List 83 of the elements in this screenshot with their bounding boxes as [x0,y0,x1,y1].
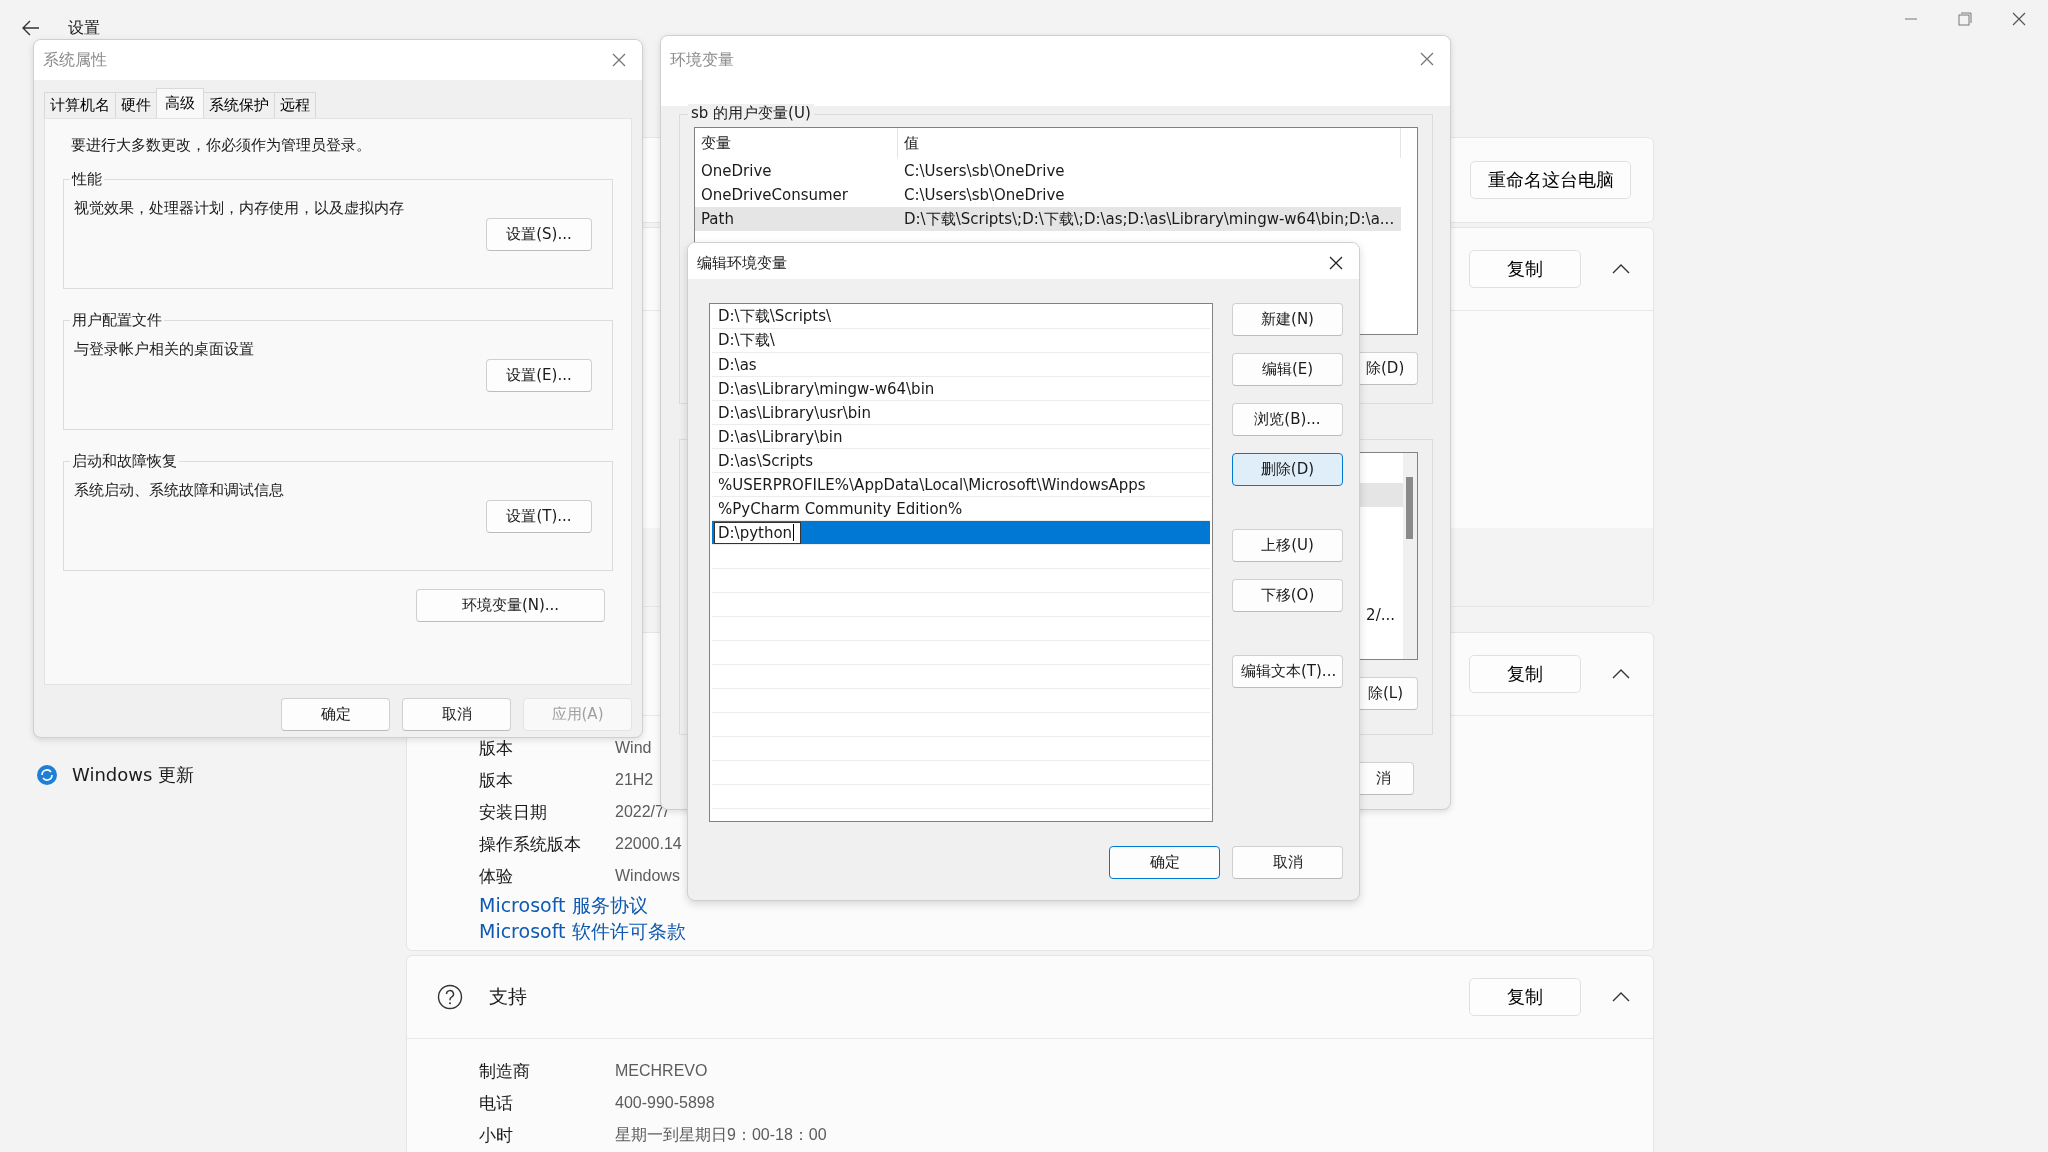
variable-row[interactable]: Path D:\下载\Scripts\;D:\下载\;D:\as;D:\as\Library\mingw-w64\bin;D:\a... [695,207,1401,231]
info-label: 制造商 [479,1059,531,1083]
link[interactable]: Microsoft 软件许可条款 [479,920,686,942]
dialog-title: 编辑环境变量 [697,253,787,273]
group-title: 启动和故障恢复 [71,452,178,471]
info-value: MECHREVO [615,1062,708,1080]
group-title: 用户配置文件 [71,311,163,330]
action-button[interactable]: 编辑(E) [1232,353,1343,386]
dialog-button[interactable]: 取消 [1232,846,1343,879]
dialog-button[interactable]: 取消 [402,698,511,731]
sync-icon [36,764,58,786]
environment-variables-button[interactable]: 环境变量(N)... [416,589,605,622]
back-arrow-icon[interactable] [22,20,40,36]
info-label: 小时 [479,1123,514,1147]
path-entry[interactable]: %USERPROFILE%\AppData\Local\Microsoft\WindowsApps [712,473,1210,497]
column-header[interactable]: 变量 [695,128,898,158]
variable-row[interactable]: 2/... [1358,603,1403,627]
path-entry[interactable]: D:\python [712,521,1210,545]
info-value: Windows [615,867,680,885]
group-description: 视觉效果，处理器计划，内存使用，以及虚拟内存 [74,199,404,217]
info-value: 2022/7/ [615,803,669,821]
info-value: 400-990-5898 [615,1094,715,1112]
action-button[interactable]: 新建(N) [1232,303,1343,336]
tab[interactable]: 计算机名 [44,92,116,118]
restore-icon[interactable] [1958,12,1972,26]
copy-button[interactable]: 复制 [1469,250,1581,288]
path-entry[interactable]: D:\as\Scripts [712,449,1210,473]
settings-button[interactable]: 设置(S)... [486,218,592,251]
dialog-button[interactable]: 确定 [281,698,390,731]
group-title: 性能 [70,170,103,189]
variable-row[interactable]: OneDriveConsumer C:\Users\sb\OneDrive [695,183,1401,207]
window-title: 设置 [68,17,100,39]
copy-button[interactable]: 复制 [1469,978,1581,1016]
help-icon [437,984,463,1010]
path-entry[interactable]: D:\as\Library\bin [712,425,1210,449]
sidebar-item[interactable]: Windows 更新 [12,753,394,797]
info-label: 版本 [479,736,514,760]
path-entry[interactable]: D:\as\Library\usr\bin [712,401,1210,425]
cancel-button[interactable]: 消 [1359,762,1414,795]
rename-button[interactable]: 重命名这台电脑 [1470,161,1631,199]
dialog-button[interactable]: 确定 [1109,846,1220,879]
close-icon[interactable] [1327,254,1345,272]
path-entry[interactable]: D:\as [712,353,1210,377]
settings-button[interactable]: 设置(E)... [486,359,592,392]
dialog-title: 系统属性 [43,49,107,71]
action-button[interactable]: 浏览(B)... [1232,403,1343,436]
info-value: 星期一到星期日9：00-18：00 [615,1124,827,1145]
delete-button[interactable]: 除(D) [1358,352,1418,385]
group-description: 系统启动、系统故障和调试信息 [74,481,284,499]
group-title: sb 的用户变量(U) [688,104,814,123]
dialog-title: 环境变量 [670,50,734,71]
close-icon[interactable] [2012,12,2026,26]
settings-button[interactable]: 设置(T)... [486,500,592,533]
notice-text: 要进行大多数更改，你必须作为管理员登录。 [70,135,372,156]
path-entry[interactable]: D:\as\Library\mingw-w64\bin [712,377,1210,401]
group-description: 与登录帐户相关的桌面设置 [74,340,254,358]
path-entry[interactable]: D:\下载\ [712,329,1210,353]
variable-row[interactable]: OneDrive C:\Users\sb\OneDrive [695,159,1401,183]
info-value: 22000.14 [615,835,682,853]
info-label: 电话 [479,1091,514,1115]
tab[interactable]: 高级 [156,88,204,118]
info-label: 版本 [479,768,514,792]
chevron-up-icon[interactable] [1612,264,1630,274]
info-value: Wind [615,739,652,757]
action-button[interactable]: 删除(D) [1232,453,1343,486]
info-label: 安装日期 [479,800,548,824]
copy-button[interactable]: 复制 [1469,655,1581,693]
section-title: 支持 [489,984,527,1009]
action-button[interactable]: 上移(U) [1232,529,1343,562]
action-button[interactable]: 下移(O) [1232,579,1343,612]
info-label: 体验 [479,864,514,888]
tab[interactable]: 远程 [274,92,316,118]
delete-button[interactable]: 除(L) [1358,677,1418,710]
path-entry[interactable]: D:\下载\Scripts\ [712,305,1210,329]
scrollbar[interactable] [1403,453,1417,659]
action-button[interactable]: 编辑文本(T)... [1232,655,1343,688]
chevron-up-icon[interactable] [1612,992,1630,1002]
entry-edit-field[interactable]: D:\python [714,521,802,544]
info-value: 21H2 [615,771,654,789]
info-label: 操作系统版本 [479,832,582,856]
chevron-up-icon[interactable] [1612,669,1630,679]
column-header[interactable]: 值 [898,128,1401,158]
link[interactable]: Microsoft 服务协议 [479,894,648,916]
